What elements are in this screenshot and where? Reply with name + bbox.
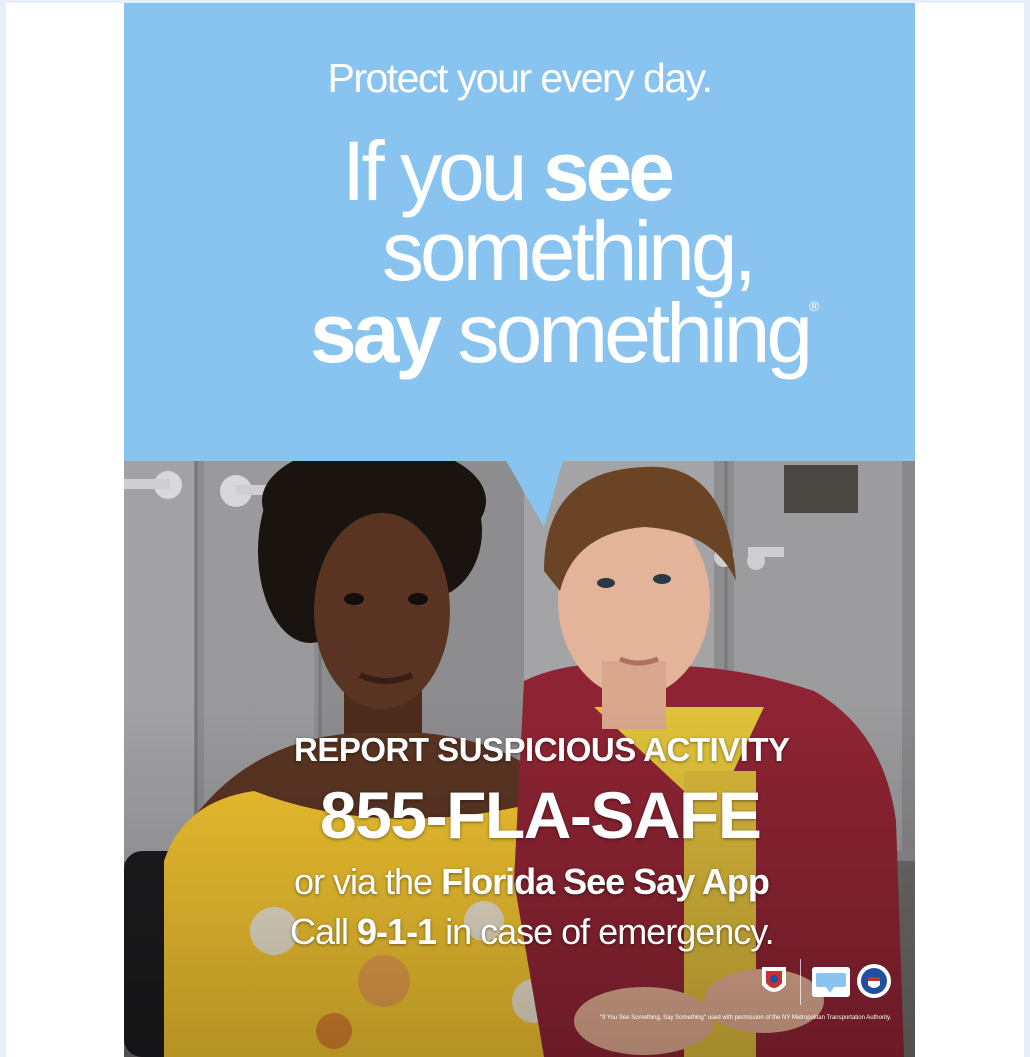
- see-say-poster: Protect your every day. If you see somet…: [124, 3, 915, 1057]
- poster-tagline: Protect your every day.: [327, 55, 713, 101]
- dhs-seal-icon: [857, 964, 891, 998]
- florida-seal-icon: [762, 967, 786, 992]
- emergency-line-prefix: Call: [290, 911, 358, 952]
- emergency-line-suffix: in case of emergency.: [436, 911, 775, 952]
- report-heading: REPORT SUSPICIOUS ACTIVITY: [294, 731, 790, 768]
- window-border-left: [0, 0, 6, 1057]
- report-phone-number: 855-FLA-SAFE: [320, 778, 762, 852]
- app-line-prefix: or via the: [294, 861, 442, 902]
- trademark-disclaimer: "If You See Something, Say Something" us…: [600, 1015, 892, 1021]
- headline-something: something: [438, 286, 813, 380]
- emergency-number: 9-1-1: [357, 911, 437, 952]
- headline-say: say: [310, 286, 442, 380]
- logo-divider: [800, 959, 801, 1005]
- window-border-right: [1024, 0, 1030, 1057]
- app-line: or via the Florida See Say App: [294, 861, 770, 903]
- speech-bubble-pointer: [504, 457, 564, 527]
- headline-line-3: say something®: [310, 291, 819, 375]
- sponsor-logos: [760, 959, 910, 1007]
- app-name: Florida See Say App: [441, 861, 770, 902]
- emergency-line: Call 9-1-1 in case of emergency.: [290, 911, 775, 953]
- see-say-app-icon: [812, 967, 850, 997]
- headline-line-2: something,: [382, 204, 757, 298]
- headline-line-1: If you see: [342, 129, 675, 213]
- registered-mark: ®: [809, 298, 820, 314]
